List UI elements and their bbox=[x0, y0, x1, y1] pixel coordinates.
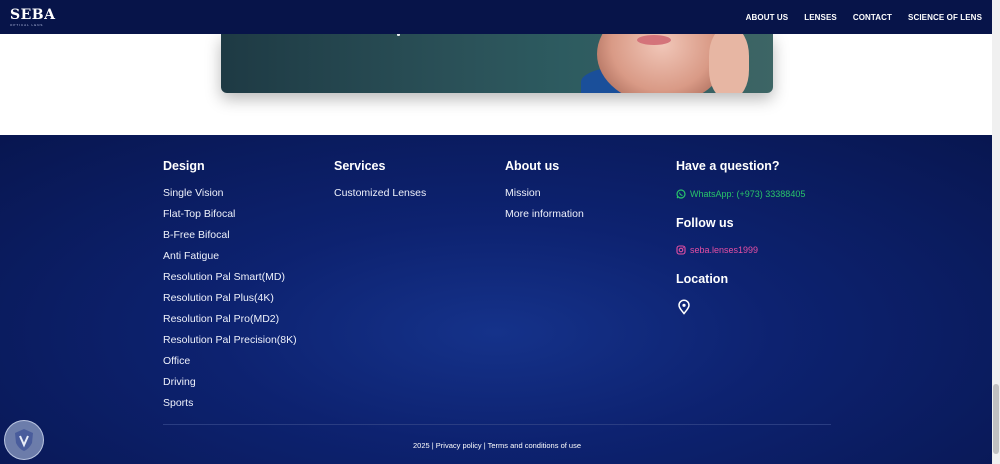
nav-about-us[interactable]: ABOUT US bbox=[746, 13, 789, 22]
whatsapp-text: WhatsApp: (+973) 33388405 bbox=[690, 188, 806, 199]
design-link[interactable]: Anti Fatigue bbox=[163, 250, 297, 271]
design-link[interactable]: Flat-Top Bifocal bbox=[163, 208, 297, 229]
design-link[interactable]: Office bbox=[163, 355, 297, 376]
services-list: Customized Lenses bbox=[334, 187, 426, 208]
instagram-text: seba.lenses1999 bbox=[690, 244, 759, 255]
services-heading: Services bbox=[334, 159, 386, 173]
nav-links: ABOUT US LENSES CONTACT SCIENCE OF LENS bbox=[746, 13, 982, 22]
services-link[interactable]: Customized Lenses bbox=[334, 187, 426, 208]
question-heading: Have a question? bbox=[676, 159, 780, 173]
hero-lips-shape bbox=[637, 35, 671, 45]
copyright-line[interactable]: 2025 | Privacy policy | Terms and condit… bbox=[0, 441, 994, 450]
design-link[interactable]: B-Free Bifocal bbox=[163, 229, 297, 250]
scrollbar[interactable] bbox=[992, 0, 1000, 464]
nav-science-of-lens[interactable]: SCIENCE OF LENS bbox=[908, 13, 982, 22]
footer-contact-column: Have a question? WhatsApp: (+973) 333884… bbox=[676, 159, 805, 315]
logo-subtext: OPTICAL LENS bbox=[10, 22, 44, 27]
location-heading: Location bbox=[676, 272, 729, 286]
about-link-mission[interactable]: Mission bbox=[505, 187, 584, 208]
design-link[interactable]: Sports bbox=[163, 397, 297, 418]
follow-heading: Follow us bbox=[676, 216, 734, 230]
shield-icon bbox=[15, 429, 33, 451]
hero-hand-shape bbox=[709, 34, 749, 93]
footer-design-column: Design Single Vision Flat-Top Bifocal B-… bbox=[163, 159, 297, 418]
instagram-link[interactable]: seba.lenses1999 bbox=[676, 243, 805, 256]
footer-about-column: About us Mission More information bbox=[505, 159, 584, 229]
design-link[interactable]: Driving bbox=[163, 376, 297, 397]
location-pin-icon bbox=[676, 299, 692, 320]
hero-image bbox=[221, 34, 773, 93]
about-link-more-info[interactable]: More information bbox=[505, 208, 584, 229]
whatsapp-icon bbox=[676, 188, 686, 199]
design-link[interactable]: Resolution Pal Plus(4K) bbox=[163, 292, 297, 313]
design-list: Single Vision Flat-Top Bifocal B-Free Bi… bbox=[163, 187, 297, 418]
whatsapp-link[interactable]: WhatsApp: (+973) 33388405 bbox=[676, 187, 805, 200]
top-navbar: SEBA OPTICAL LENS ABOUT US LENSES CONTAC… bbox=[0, 0, 992, 34]
design-link[interactable]: Resolution Pal Precision(8K) bbox=[163, 334, 297, 355]
about-heading: About us bbox=[505, 159, 560, 173]
design-link[interactable]: Resolution Pal Pro(MD2) bbox=[163, 313, 297, 334]
scrollbar-thumb[interactable] bbox=[993, 384, 999, 454]
footer-services-column: Services Customized Lenses bbox=[334, 159, 426, 208]
location-link[interactable] bbox=[676, 299, 692, 315]
footer-divider bbox=[163, 424, 831, 425]
design-link[interactable]: Resolution Pal Smart(MD) bbox=[163, 271, 297, 292]
nav-lenses[interactable]: LENSES bbox=[804, 13, 837, 22]
footer: Design Single Vision Flat-Top Bifocal B-… bbox=[0, 135, 992, 464]
logo[interactable]: SEBA OPTICAL LENS bbox=[10, 8, 55, 27]
design-link[interactable]: Single Vision bbox=[163, 187, 297, 208]
badge-logo[interactable] bbox=[4, 420, 44, 460]
instagram-icon bbox=[676, 244, 686, 255]
logo-text: SEBA bbox=[10, 6, 56, 23]
hero-section bbox=[0, 34, 992, 135]
about-list: Mission More information bbox=[505, 187, 584, 229]
design-heading: Design bbox=[163, 159, 205, 173]
hero-text-fragment bbox=[397, 34, 400, 36]
nav-contact[interactable]: CONTACT bbox=[853, 13, 892, 22]
